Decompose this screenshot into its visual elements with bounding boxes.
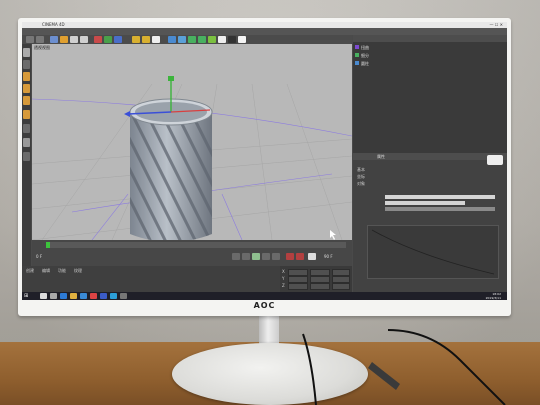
desk-cables	[302, 329, 506, 405]
